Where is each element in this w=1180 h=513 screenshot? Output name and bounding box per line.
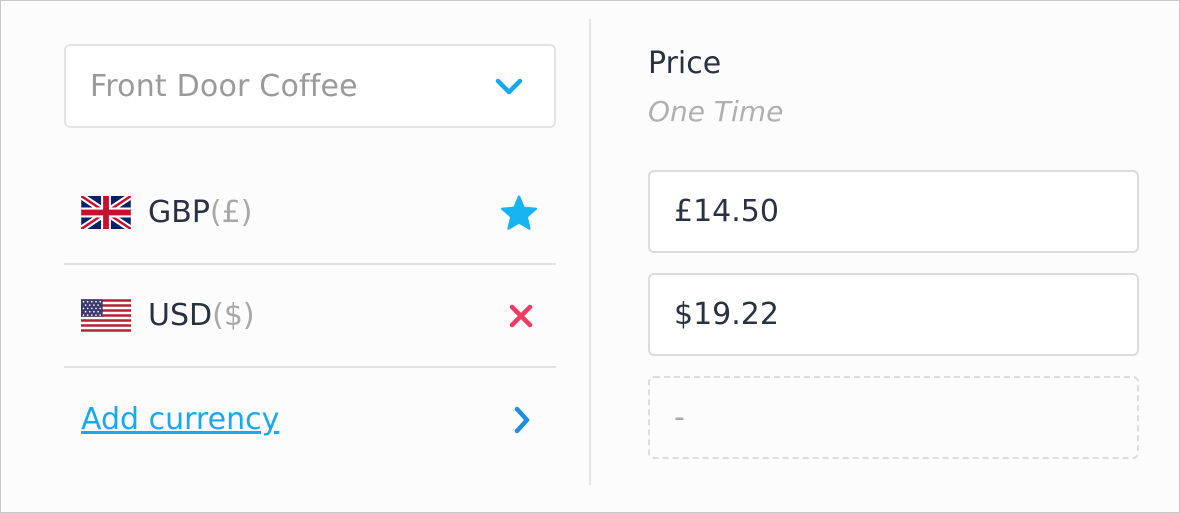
star-icon[interactable] <box>500 194 538 231</box>
product-select-value: Front Door Coffee <box>90 68 358 104</box>
column-divider <box>589 19 591 485</box>
product-select[interactable]: Front Door Coffee <box>64 44 556 128</box>
currency-label: GBP(£) <box>148 195 252 230</box>
price-title: Price <box>648 46 722 81</box>
currency-code: USD <box>148 298 213 333</box>
price-column: Price One Time £14.50 $19.22 - <box>648 44 1139 459</box>
currency-code: GBP <box>148 195 210 230</box>
chevron-down-icon <box>495 78 523 95</box>
price-field-empty[interactable]: - <box>648 376 1139 459</box>
currency-price-panel: Front Door Coffee GBP(£) USD($) Add curr… <box>0 0 1180 513</box>
currency-row-usd: USD($) <box>64 265 556 368</box>
currency-row-gbp: GBP(£) <box>64 162 556 265</box>
currency-symbol: ($) <box>212 298 255 333</box>
us-flag-icon <box>81 299 131 332</box>
currency-symbol: (£) <box>209 195 253 230</box>
currency-list-column: Front Door Coffee GBP(£) USD($) Add curr… <box>64 44 556 437</box>
price-field-usd[interactable]: $19.22 <box>648 273 1139 356</box>
price-field-gbp[interactable]: £14.50 <box>648 170 1139 253</box>
add-currency-link[interactable]: Add currency <box>81 402 279 437</box>
chevron-right-icon[interactable] <box>512 405 532 435</box>
add-currency-row[interactable]: Add currency <box>64 368 556 471</box>
uk-flag-icon <box>81 196 131 229</box>
price-subtitle: One Time <box>648 95 784 128</box>
currency-label: USD($) <box>148 298 255 333</box>
close-icon[interactable] <box>508 303 534 329</box>
